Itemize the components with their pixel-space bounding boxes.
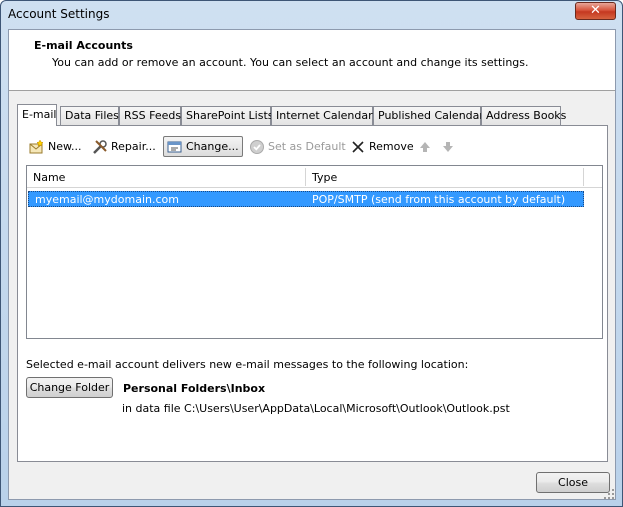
account-row[interactable]: myemail@mydomain.com POP/SMTP (send from…	[28, 191, 584, 207]
tab-published-calendars[interactable]: Published Calendars	[373, 106, 490, 125]
email-tab-panel: New... Repair... Change... Set as Defaul…	[17, 125, 608, 462]
account-name-cell: myemail@mydomain.com	[35, 193, 179, 206]
tab-data-files[interactable]: Data Files	[60, 106, 119, 125]
change-settings-icon	[167, 139, 183, 155]
window-close-button[interactable]: ✕	[575, 2, 616, 20]
column-header-type[interactable]: Type	[306, 166, 580, 188]
delivery-folder: Personal Folders\Inbox	[123, 382, 266, 395]
title-bar[interactable]: Account Settings ✕	[1, 1, 622, 29]
arrow-up-icon	[417, 139, 433, 155]
data-file-path: in data file C:\Users\User\AppData\Local…	[122, 402, 510, 415]
remove-label: Remove	[369, 140, 414, 153]
set-as-default-button[interactable]: Set as Default	[246, 136, 349, 157]
accounts-list-header: Name Type	[27, 166, 602, 188]
tab-address-books[interactable]: Address Books	[481, 106, 566, 125]
close-button[interactable]: Close	[536, 472, 610, 493]
tab-sharepoint-lists[interactable]: SharePoint Lists	[181, 106, 274, 125]
delivery-description: Selected e-mail account delivers new e-m…	[26, 358, 469, 371]
tab-internet-calendars[interactable]: Internet Calendars	[271, 106, 378, 125]
column-header-name[interactable]: Name	[27, 166, 304, 188]
change-label: Change...	[186, 140, 239, 153]
header-title: E-mail Accounts	[34, 39, 133, 52]
change-folder-button[interactable]: Change Folder	[26, 377, 113, 398]
checkmark-circle-icon	[249, 139, 265, 155]
tab-email[interactable]: E-mail	[17, 104, 57, 126]
account-settings-window: Account Settings ✕ E-mail Accounts You c…	[0, 0, 623, 507]
new-account-button[interactable]: New...	[26, 136, 84, 157]
repair-button[interactable]: Repair...	[89, 136, 159, 157]
remove-button[interactable]: Remove	[347, 136, 417, 157]
resize-grip[interactable]	[603, 488, 615, 500]
window-title: Account Settings	[8, 7, 110, 21]
header-panel: E-mail Accounts You can add or remove an…	[9, 30, 615, 91]
new-account-label: New...	[48, 140, 82, 153]
dialog-body: E-mail Accounts You can add or remove an…	[8, 29, 616, 500]
tab-rss-feeds[interactable]: RSS Feeds	[119, 106, 181, 125]
header-description: You can add or remove an account. You ca…	[52, 56, 529, 69]
move-down-button[interactable]	[437, 136, 462, 157]
accounts-list[interactable]: Name Type myemail@mydomain.com POP/SMTP …	[26, 165, 603, 339]
account-type-cell: POP/SMTP (send from this account by defa…	[312, 193, 566, 206]
column-divider[interactable]	[583, 168, 584, 186]
account-toolbar: New... Repair... Change... Set as Defaul…	[26, 136, 596, 158]
new-account-icon	[29, 138, 45, 155]
repair-label: Repair...	[111, 140, 156, 153]
arrow-down-icon	[440, 139, 456, 155]
set-as-default-label: Set as Default	[268, 140, 346, 153]
tools-icon	[92, 139, 108, 155]
move-up-button[interactable]	[414, 136, 439, 157]
remove-x-icon	[350, 139, 366, 155]
change-button[interactable]: Change...	[163, 136, 243, 157]
